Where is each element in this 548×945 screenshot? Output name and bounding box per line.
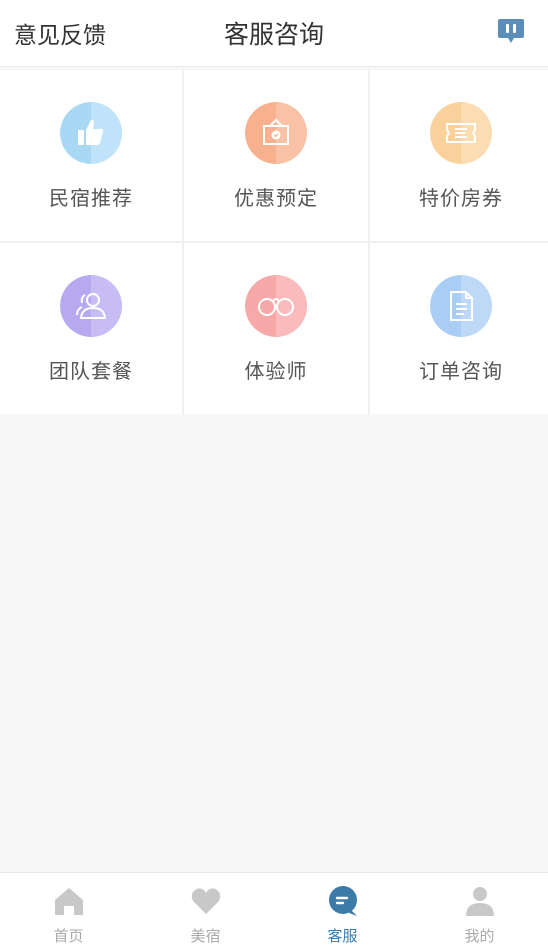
service-special-voucher[interactable]: 特价房券 [370, 70, 548, 241]
tab-customer-service[interactable]: 客服 [274, 873, 411, 945]
app-root: 意见反馈 客服咨询 民宿推荐 优惠预定 特价房券 团队套餐 体验师 订单咨询 首… [0, 0, 548, 945]
service-label: 优惠预定 [234, 186, 318, 210]
tab-home[interactable]: 首页 [0, 873, 137, 945]
heart-icon [190, 885, 222, 917]
tab-homestays[interactable]: 美宿 [137, 873, 274, 945]
service-label: 体验师 [244, 359, 308, 383]
page-title: 客服咨询 [223, 20, 324, 49]
service-label: 特价房券 [419, 186, 503, 210]
service-order-inquiry[interactable]: 订单咨询 [370, 243, 548, 414]
tab-label: 美宿 [190, 927, 221, 945]
ticket-icon [430, 102, 492, 164]
chat-icon [327, 885, 359, 917]
service-homestay-recommend[interactable]: 民宿推荐 [0, 70, 182, 241]
service-experience-tester[interactable]: 体验师 [184, 243, 368, 414]
tab-label: 首页 [53, 927, 84, 945]
user-icon [464, 885, 496, 917]
speech-bubble-icon[interactable] [496, 17, 526, 45]
header-bar: 意见反馈 客服咨询 [0, 0, 548, 67]
service-label: 团队套餐 [49, 359, 133, 383]
service-grid: 民宿推荐 优惠预定 特价房券 团队套餐 体验师 订单咨询 [0, 70, 548, 414]
service-label: 民宿推荐 [49, 186, 133, 210]
document-icon [430, 275, 492, 337]
coupon-box-icon [245, 102, 307, 164]
tab-label: 客服 [327, 927, 358, 945]
tab-label: 我的 [464, 927, 495, 945]
tab-mine[interactable]: 我的 [411, 873, 548, 945]
bottom-tab-bar: 首页 美宿 客服 我的 [0, 872, 548, 945]
service-discount-booking[interactable]: 优惠预定 [184, 70, 368, 241]
service-label: 订单咨询 [419, 359, 503, 383]
service-group-package[interactable]: 团队套餐 [0, 243, 182, 414]
home-icon [53, 885, 85, 917]
group-icon [60, 275, 122, 337]
thumbs-up-icon [60, 102, 122, 164]
binoculars-icon [245, 275, 307, 337]
